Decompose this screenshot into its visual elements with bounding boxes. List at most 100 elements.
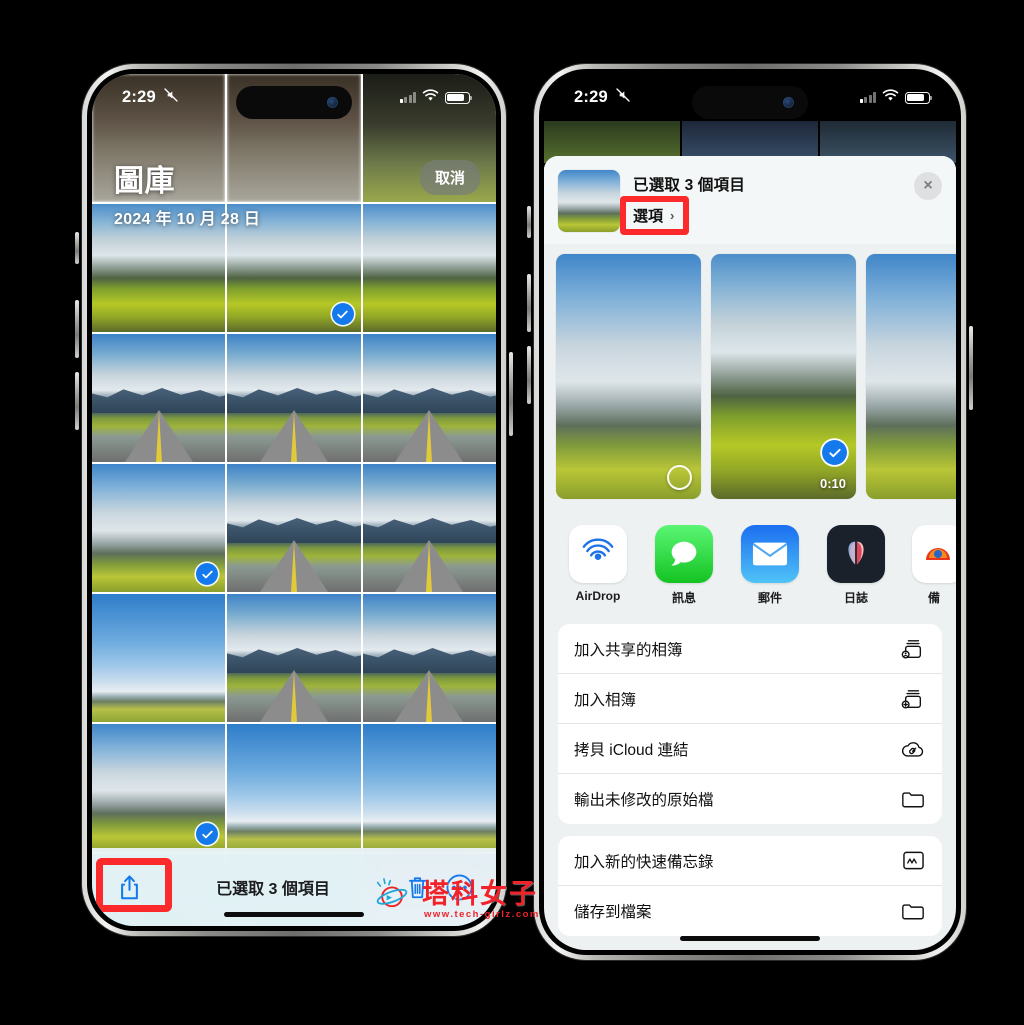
more-ellipsis-icon — [446, 874, 472, 900]
selected-items-strip[interactable]: 0:10 — [544, 244, 956, 511]
action-row-quick-note[interactable]: 加入新的快速備忘錄 — [558, 836, 942, 886]
photo-cell[interactable] — [362, 334, 496, 462]
cancel-button[interactable]: 取消 — [419, 160, 480, 195]
screenshot-canvas: 2:29 圖庫 2024 年 10 月 28 日 取消 已選取 3 個項目 已選… — [0, 0, 1024, 1025]
app-label: 日誌 — [843, 591, 868, 605]
share-app-airdrop[interactable]: AirDrop — [568, 525, 628, 603]
silent-mode-icon — [163, 87, 179, 108]
phone-screen-right: 已選取 3 個項目 選項 › × 0:10 AirDrop 訊息 郵件 日誌 備… — [544, 74, 956, 950]
selection-check-icon[interactable] — [822, 440, 847, 465]
phone-screen-left: 2:29 圖庫 2024 年 10 月 28 日 取消 已選取 3 個項目 — [92, 74, 496, 926]
action-button[interactable] — [75, 232, 79, 264]
video-duration-label: 0:10 — [819, 476, 846, 491]
selection-check-icon — [331, 303, 354, 325]
action-label: 加入新的快速備忘錄 — [574, 853, 714, 871]
chevron-right-icon: › — [670, 208, 675, 223]
photo-cell[interactable] — [227, 594, 361, 722]
strip-item-selected[interactable]: 0:10 — [711, 254, 856, 499]
volume-down-button[interactable] — [75, 372, 79, 430]
share-apps-row[interactable]: AirDrop 訊息 郵件 日誌 備 — [544, 511, 956, 618]
options-label: 選項 — [633, 208, 664, 225]
phone-device-right: 已選取 3 個項目 選項 › × 0:10 AirDrop 訊息 郵件 日誌 備… — [527, 64, 973, 960]
phone-bezel-right: 已選取 3 個項目 選項 › × 0:10 AirDrop 訊息 郵件 日誌 備… — [539, 69, 961, 955]
app-label: 訊息 — [671, 591, 696, 605]
photo-cell[interactable] — [362, 464, 496, 592]
close-button[interactable]: × — [914, 172, 942, 200]
status-time: 2:29 — [122, 88, 156, 106]
action-row-export-original[interactable]: 輸出未修改的原始檔 — [558, 774, 942, 824]
action-row-save-to-files[interactable]: 儲存到檔案 — [558, 886, 942, 936]
photo-cell-selected[interactable] — [92, 464, 226, 592]
action-row-shared-album[interactable]: 加入共享的相簿 — [558, 624, 942, 674]
close-icon: × — [923, 177, 933, 194]
share-button-highlight — [96, 858, 172, 912]
wifi-icon — [882, 88, 899, 107]
strip-item[interactable] — [866, 254, 956, 499]
share-actions-group-1: 加入共享的相簿 加入相簿 拷貝 iCloud 連結 輸出未修改的原始檔 — [558, 624, 942, 824]
library-header: 圖庫 2024 年 10 月 28 日 — [114, 156, 260, 229]
more-options-button[interactable] — [444, 874, 474, 901]
app-label: 郵件 — [757, 591, 782, 605]
photo-cell[interactable] — [227, 334, 361, 462]
status-time: 2:29 — [574, 88, 608, 106]
share-sheet: 已選取 3 個項目 選項 › × 0:10 AirDrop 訊息 郵件 日誌 備… — [544, 156, 956, 950]
volume-up-button-right[interactable] — [527, 274, 531, 332]
power-button-right[interactable] — [969, 326, 973, 410]
share-app-messages[interactable]: 訊息 — [654, 525, 714, 606]
trash-icon — [408, 876, 426, 898]
cellular-signal-icon — [399, 92, 416, 103]
phone-bezel-left: 2:29 圖庫 2024 年 10 月 28 日 取消 已選取 3 個項目 — [87, 69, 501, 931]
home-indicator[interactable] — [680, 936, 820, 941]
photo-cell-selected[interactable] — [92, 724, 226, 852]
action-row-copy-icloud-link[interactable]: 拷貝 iCloud 連結 — [558, 724, 942, 774]
action-row-add-album[interactable]: 加入相簿 — [558, 674, 942, 724]
wifi-icon — [422, 88, 439, 107]
share-sheet-header: 已選取 3 個項目 選項 › × — [544, 156, 956, 244]
selection-circle-icon[interactable] — [667, 465, 692, 490]
silent-mode-icon — [615, 87, 631, 108]
photo-cell[interactable] — [227, 724, 361, 852]
delete-button[interactable] — [402, 875, 432, 900]
power-button[interactable] — [509, 352, 513, 436]
share-preview-thumbnail — [558, 170, 620, 232]
share-sheet-title: 已選取 3 個項目 — [633, 177, 746, 194]
photo-cell[interactable] — [227, 464, 361, 592]
action-label: 輸出未修改的原始檔 — [574, 792, 714, 809]
shared-album-icon — [900, 636, 926, 662]
action-button-right[interactable] — [527, 206, 531, 238]
action-label: 加入相簿 — [574, 691, 637, 709]
app-partial-icon — [912, 525, 956, 583]
volume-down-button-right[interactable] — [527, 346, 531, 404]
add-album-icon — [900, 686, 926, 712]
messages-icon — [655, 525, 713, 583]
options-button[interactable]: 選項 › — [633, 205, 674, 226]
action-label: 拷貝 iCloud 連結 — [574, 741, 689, 759]
selection-count-label: 已選取 3 個項目 — [216, 881, 330, 898]
airdrop-icon — [569, 525, 627, 583]
cellular-signal-icon — [859, 92, 876, 103]
photo-cell[interactable] — [362, 594, 496, 722]
home-indicator[interactable] — [224, 912, 364, 917]
share-app-mail[interactable]: 郵件 — [740, 525, 800, 606]
phone-device-left: 2:29 圖庫 2024 年 10 月 28 日 取消 已選取 3 個項目 — [75, 64, 513, 936]
battery-icon — [905, 91, 933, 104]
action-label: 儲存到檔案 — [574, 904, 652, 921]
status-bar-right: 2:29 — [544, 74, 956, 121]
photo-cell[interactable] — [92, 594, 226, 722]
photo-cell[interactable] — [362, 724, 496, 852]
folder-icon — [900, 898, 926, 924]
photo-cell[interactable] — [92, 334, 226, 462]
share-app-partial[interactable]: 備 — [912, 525, 956, 606]
folder-icon — [900, 786, 926, 812]
app-label: 備 — [927, 591, 940, 605]
battery-icon — [445, 91, 473, 104]
volume-up-button[interactable] — [75, 300, 79, 358]
share-actions-group-2: 加入新的快速備忘錄 儲存到檔案 — [558, 836, 942, 936]
app-label: AirDrop — [575, 589, 621, 603]
strip-item[interactable] — [556, 254, 701, 499]
photo-cell[interactable] — [362, 204, 496, 332]
share-app-journal[interactable]: 日誌 — [826, 525, 886, 606]
journal-icon — [827, 525, 885, 583]
status-bar-left: 2:29 — [92, 74, 496, 121]
mail-icon — [741, 525, 799, 583]
